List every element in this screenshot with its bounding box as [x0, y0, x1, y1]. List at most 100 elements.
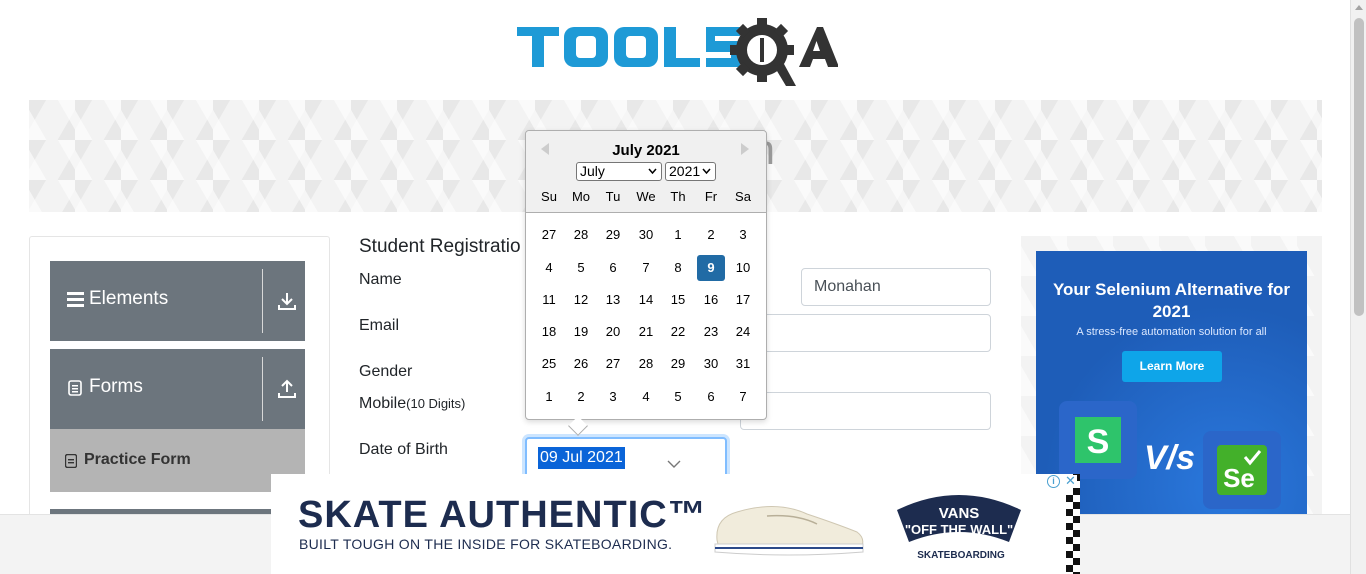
weekday-header: Sa — [735, 189, 751, 204]
calendar-day[interactable]: 29 — [664, 351, 692, 377]
learn-more-button[interactable]: Learn More — [1122, 351, 1222, 382]
calendar-day[interactable]: 26 — [567, 351, 595, 377]
gender-label: Gender — [359, 363, 413, 380]
calendar-day[interactable]: 9 — [697, 255, 725, 281]
calendar-day[interactable]: 7 — [632, 255, 660, 281]
dob-label: Date of Birth — [359, 441, 448, 458]
nav-group-label: Forms — [89, 376, 143, 397]
calendar-day[interactable]: 2 — [567, 384, 595, 410]
datepicker-title: July 2021 — [612, 142, 680, 159]
nav-group-elements[interactable]: Elements — [50, 261, 305, 341]
ad-subline: BUILT TOUGH ON THE INSIDE FOR SKATEBOARD… — [299, 536, 673, 552]
chevron-down-icon — [702, 168, 711, 175]
year-select[interactable]: 2021 — [665, 162, 716, 181]
calendar-day[interactable]: 24 — [729, 319, 757, 345]
sidebar-item-label: Practice Form — [84, 451, 191, 468]
calendar-day[interactable]: 19 — [567, 319, 595, 345]
weekday-header: We — [636, 189, 656, 204]
calendar-day[interactable]: 1 — [535, 384, 563, 410]
datepicker-header: July 2021 July 2021 Su Mo Tu We Th Fr Sa — [526, 131, 766, 213]
shoe-image — [714, 505, 864, 556]
weekday-header: Tu — [605, 189, 621, 204]
calendar-day[interactable]: 31 — [729, 351, 757, 377]
nav-group-forms[interactable]: Forms — [50, 349, 305, 429]
divider — [262, 357, 263, 421]
calendar-day[interactable]: 30 — [697, 351, 725, 377]
katalon-letter: S — [1087, 423, 1110, 461]
mobile-input[interactable] — [740, 392, 991, 430]
vertical-scrollbar[interactable] — [1350, 0, 1366, 574]
selenium-icon: Se — [1217, 445, 1267, 495]
calendar-day[interactable]: 2 — [697, 222, 725, 248]
calendar-day[interactable]: 21 — [632, 319, 660, 345]
form-title: Student Registratio — [359, 236, 521, 257]
calendar-day[interactable]: 27 — [599, 351, 627, 377]
page: rm Elements Forms — [0, 0, 1366, 574]
calendar-day[interactable]: 3 — [599, 384, 627, 410]
weekday-header: Th — [670, 189, 686, 204]
calendar-day[interactable]: 4 — [535, 255, 563, 281]
email-input[interactable] — [740, 314, 991, 352]
ad-close-icon[interactable]: ✕ — [1064, 474, 1077, 488]
calendar-day[interactable]: 12 — [567, 287, 595, 313]
calendar-day[interactable]: 5 — [664, 384, 692, 410]
month-select[interactable]: July — [576, 162, 662, 181]
upload-arrow-icon[interactable] — [278, 379, 296, 399]
chevron-down-icon — [648, 168, 657, 175]
document-icon — [68, 380, 82, 396]
datepicker-popup: July 2021 July 2021 Su Mo Tu We Th Fr Sa… — [525, 130, 767, 436]
calendar-day[interactable]: 17 — [729, 287, 757, 313]
calendar-day[interactable]: 8 — [664, 255, 692, 281]
calendar-day[interactable]: 10 — [729, 255, 757, 281]
calendar-day[interactable]: 28 — [632, 351, 660, 377]
calendar-day[interactable]: 25 — [535, 351, 563, 377]
calendar-day[interactable]: 23 — [697, 319, 725, 345]
scroll-up-icon[interactable] — [1355, 5, 1363, 10]
mobile-label: Mobile(10 Digits) — [359, 395, 465, 413]
calendar-day[interactable]: 13 — [599, 287, 627, 313]
email-label: Email — [359, 317, 400, 334]
nav-group-label: Elements — [89, 288, 169, 309]
name-label: Name — [359, 271, 402, 288]
calendar-day[interactable]: 6 — [599, 255, 627, 281]
calendar-day[interactable]: 18 — [535, 319, 563, 345]
calendar-day[interactable]: 5 — [567, 255, 595, 281]
ad-info-icon[interactable]: i — [1047, 475, 1060, 488]
ad-headline: Your Selenium Alternative for 2021 — [1052, 280, 1291, 321]
list-icon — [67, 292, 84, 307]
katalon-icon: S — [1075, 417, 1121, 463]
weekday-header: Fr — [704, 189, 718, 204]
datepicker-pointer — [568, 416, 588, 436]
calendar-day[interactable]: 29 — [599, 222, 627, 248]
sidebar-item-practice-form[interactable]: Practice Form — [50, 429, 305, 492]
toolsqa-logo[interactable] — [516, 16, 838, 90]
calendar-day[interactable]: 27 — [535, 222, 563, 248]
month-select-value: July — [580, 163, 605, 179]
vans-sub: SKATEBOARDING — [917, 550, 1005, 561]
calendar-day[interactable]: 11 — [535, 287, 563, 313]
divider — [262, 269, 263, 333]
weekday-header: Mo — [571, 189, 591, 204]
calendar-day[interactable]: 4 — [632, 384, 660, 410]
calendar-day[interactable]: 22 — [664, 319, 692, 345]
last-name-input[interactable]: Monahan — [801, 268, 991, 306]
calendar-day[interactable]: 1 — [664, 222, 692, 248]
weekday-header: Su — [541, 189, 557, 204]
vans-brand: VANS — [939, 505, 980, 522]
calendar-day[interactable]: 3 — [729, 222, 757, 248]
calendar-day[interactable]: 20 — [599, 319, 627, 345]
calendar-day[interactable]: 28 — [567, 222, 595, 248]
ad-subline: A stress-free automation solution for al… — [1076, 326, 1267, 338]
form-icon — [65, 454, 77, 468]
calendar-day[interactable]: 7 — [729, 384, 757, 410]
scrollbar-thumb[interactable] — [1354, 18, 1364, 316]
calendar-day[interactable]: 6 — [697, 384, 725, 410]
ad-headline: SKATE AUTHENTIC™ — [298, 494, 707, 536]
calendar-day[interactable]: 15 — [664, 287, 692, 313]
download-arrow-icon[interactable] — [278, 291, 296, 311]
calendar-day[interactable]: 16 — [697, 287, 725, 313]
calendar-day[interactable]: 14 — [632, 287, 660, 313]
vans-banner-ad[interactable]: SKATE AUTHENTIC™ BUILT TOUGH ON THE INSI… — [271, 474, 1080, 574]
calendar-day[interactable]: 30 — [632, 222, 660, 248]
vans-logo: VANS "OFF THE WALL" SKATEBOARDING — [897, 495, 1021, 561]
